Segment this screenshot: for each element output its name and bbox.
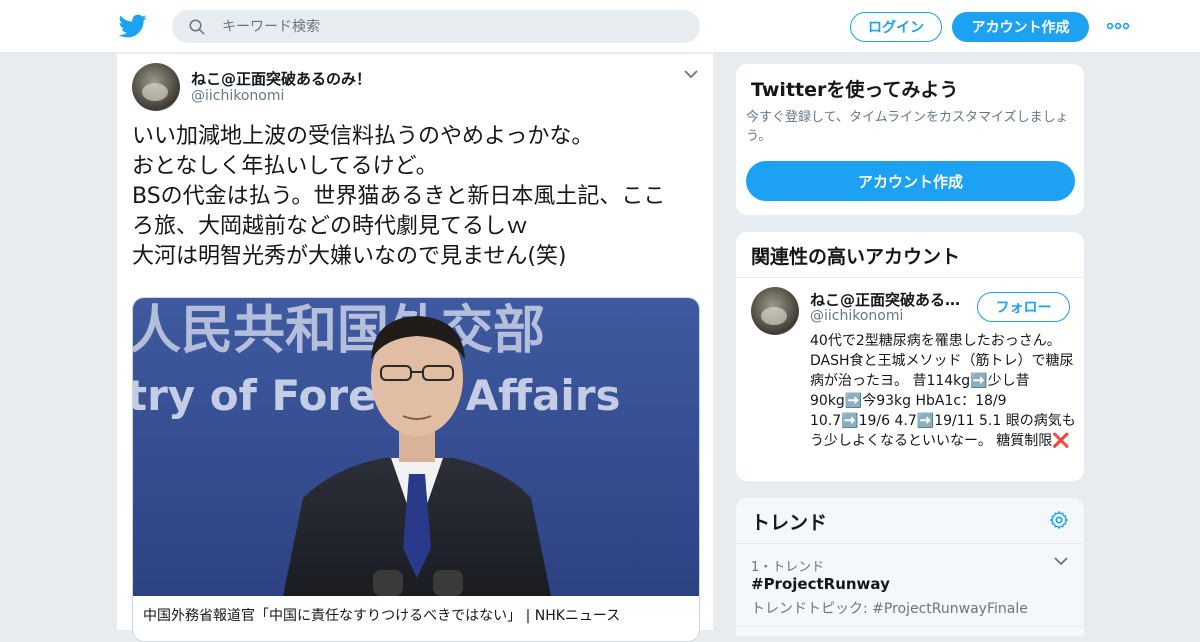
divider <box>736 626 1084 627</box>
login-button[interactable]: ログイン <box>850 12 942 42</box>
card-title[interactable]: 中国外務省報道官「中国に責任なすりつけるべきではない」 | NHKニュース <box>143 605 620 625</box>
card-image: 人民共和国外交部 try of Foreign Affairs <box>133 298 699 596</box>
signup-button[interactable]: アカウント作成 <box>952 12 1089 42</box>
more-dots-icon[interactable] <box>1106 16 1130 36</box>
tweet-text-line: いい加減地上波の受信料払うのやめよっかな。 <box>132 124 594 149</box>
gear-icon[interactable] <box>1049 510 1069 530</box>
divider <box>736 277 1084 278</box>
trend-name[interactable]: #ProjectRunway <box>751 575 890 593</box>
related-accounts-title: 関連性の高いアカウント <box>751 246 961 268</box>
twitter-bird-icon[interactable] <box>118 12 148 40</box>
avatar[interactable] <box>751 287 799 335</box>
tweet-author-name[interactable]: ねこ@正面突破あるのみ！ <box>191 68 371 89</box>
related-account-name[interactable]: ねこ@正面突破あるのみ！ <box>810 289 970 310</box>
top-bar: ログイン アカウント作成 <box>0 0 1200 53</box>
signup-panel-button[interactable]: アカウント作成 <box>746 161 1075 201</box>
follow-button[interactable]: フォロー <box>977 292 1070 322</box>
signup-panel: Twitterを使ってみよう 今すぐ登録して、タイムラインをカスタマイズしましょ… <box>735 63 1085 216</box>
chevron-down-icon[interactable] <box>683 68 699 80</box>
related-account-bio: 40代で2型糖尿病を罹患したおっさん。 DASH食と王城メソッド（筋トレ）で糖尿… <box>810 333 1076 449</box>
avatar[interactable] <box>132 63 180 111</box>
tweet-text-line: 大河は明智光秀が大嫌いなので見ません(笑) <box>132 244 567 269</box>
tweet: ねこ@正面突破あるのみ！ @iichikonomi いい加減地上波の受信料払うの… <box>116 54 714 642</box>
card-bg-text-cn: 人民共和国外交部 <box>133 301 545 361</box>
signup-panel-title: Twitterを使ってみよう <box>751 79 959 101</box>
tweet-text-line: BSの代金は払う。世界猫あるきと新日本風土記、ここ <box>132 184 666 209</box>
divider <box>736 543 1084 544</box>
tweet-text: いい加減地上波の受信料払うのやめよっかな。 おとなしく年払いしてるけど。 BSの… <box>132 122 704 272</box>
signup-panel-subtitle: 今すぐ登録して、タイムラインをカスタマイズしましょう。 <box>746 110 1069 144</box>
link-card[interactable]: 人民共和国外交部 try of Foreign Affairs 中国外務省報道官… <box>132 297 700 642</box>
related-account-handle[interactable]: @iichikonomi <box>810 308 903 324</box>
search-box[interactable] <box>172 10 700 43</box>
tweet-author-handle[interactable]: @iichikonomi <box>191 88 284 104</box>
tweet-text-line: ろ旅、大岡越前などの時代劇見てるしｗ <box>132 214 529 239</box>
trend-rank: 1・トレンド <box>751 560 825 575</box>
trends-title: トレンド <box>751 512 828 534</box>
related-accounts-panel: 関連性の高いアカウント ねこ@正面突破あるのみ！ @iichikonomi フォ… <box>735 231 1085 482</box>
trends-panel: トレンド 1・トレンド #ProjectRunway トレンドトピック: #Pr… <box>735 497 1085 637</box>
search-icon <box>189 19 205 35</box>
chevron-down-icon[interactable] <box>1054 556 1068 566</box>
search-input[interactable] <box>222 10 682 43</box>
tweet-text-line: おとなしく年払いしてるけど。 <box>132 154 438 179</box>
trend-topic: トレンドトピック: #ProjectRunwayFinale <box>751 601 1028 617</box>
